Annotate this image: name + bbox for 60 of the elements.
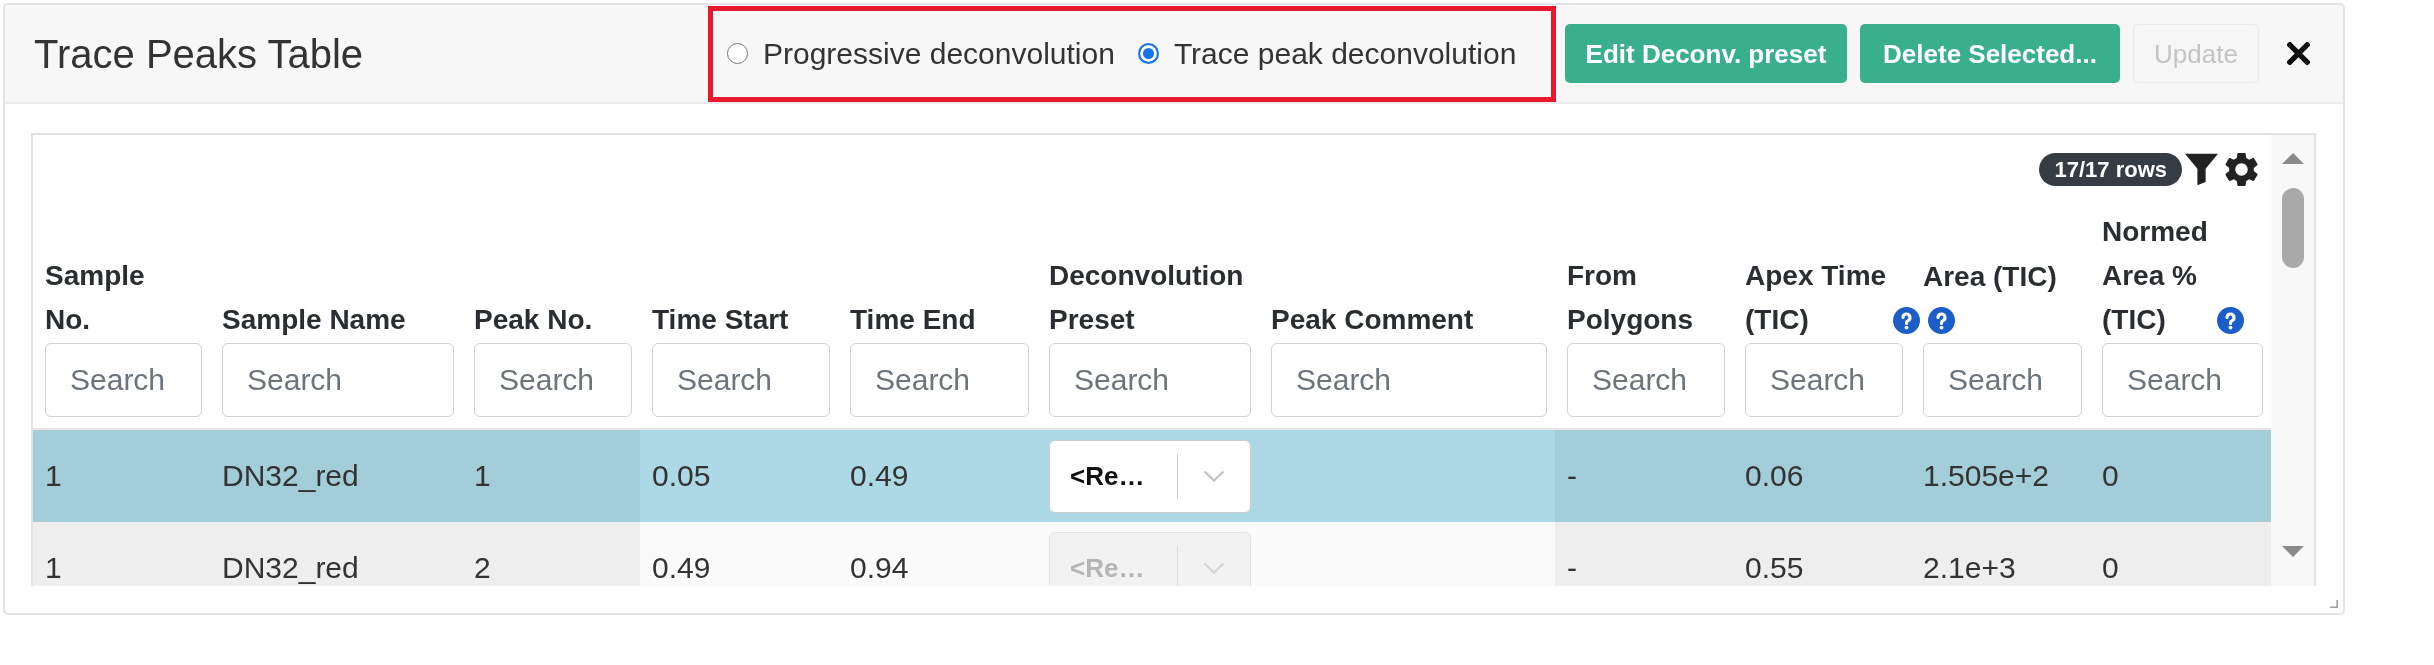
table-cell: DN32_red: [210, 430, 462, 522]
table-cell-text: 0.94: [849, 550, 910, 586]
table-cell: 0: [2090, 430, 2271, 522]
column-header: From Polygons: [1567, 260, 1693, 335]
column-header: Time End: [850, 304, 976, 335]
search-field[interactable]: Search: [1049, 343, 1251, 417]
column-header: Peak Comment: [1271, 304, 1474, 335]
scroll-down-arrow-icon[interactable]: [2281, 546, 2304, 557]
help-icon[interactable]: [2217, 307, 2244, 334]
table-row[interactable]: 1 DN32_red 1 0.05 0.49 <Re… - 0.06 1.505e+2 0: [33, 430, 2271, 522]
column-header: Apex Time (TIC): [1745, 259, 1888, 337]
help-icon[interactable]: [1928, 307, 1955, 334]
scroll-up-arrow-icon[interactable]: [2281, 153, 2304, 164]
search-field[interactable]: Search: [850, 343, 1029, 417]
scrollbar[interactable]: [2271, 135, 2314, 586]
radio-button[interactable]: [727, 43, 748, 64]
panel-title: Trace Peaks Table: [34, 33, 364, 74]
row-count-badge: 17/17 rows: [2039, 153, 2182, 186]
table-cell: 2: [462, 522, 640, 586]
radio-label[interactable]: Trace peak deconvolution: [1173, 38, 1517, 69]
radio-label[interactable]: Progressive deconvolution: [763, 38, 1115, 69]
column-header: Peak No.: [474, 304, 593, 335]
scrollbar-thumb[interactable]: [2281, 188, 2304, 268]
search-field[interactable]: Search: [1567, 343, 1725, 417]
table-cell-text: 0.49: [651, 550, 712, 586]
table-cell: 2.1e+3: [1911, 522, 2090, 586]
search-field[interactable]: Search: [1745, 343, 1903, 417]
column-header: Time Start: [652, 304, 789, 335]
table-cell: -: [1555, 522, 1733, 586]
table-cell: -: [1555, 430, 1733, 522]
table-cell: DN32_red: [210, 522, 462, 586]
table-cell: 0.55: [1733, 522, 1911, 586]
table-cell: 1: [33, 522, 210, 586]
search-field[interactable]: Search: [45, 343, 202, 417]
search-field[interactable]: Search: [474, 343, 632, 417]
table-cell: 0.06: [1733, 430, 1911, 522]
close-icon[interactable]: [2287, 42, 2310, 65]
chevron-down-icon[interactable]: [1203, 470, 1225, 482]
table-cell: 1.505e+2: [1911, 430, 2090, 522]
table-cell: 1: [462, 430, 640, 522]
radio-button[interactable]: [1137, 43, 1159, 64]
filter-icon[interactable]: [2185, 153, 2218, 186]
preset-dropdown[interactable]: <Re…: [1049, 439, 1251, 513]
search-field[interactable]: Search: [1271, 343, 1547, 417]
resize-handle-icon[interactable]: [2330, 600, 2338, 608]
column-header: Deconvolution Preset: [1049, 260, 1244, 335]
column-header: Area (TIC): [1923, 260, 2057, 294]
table-cell: 1: [33, 430, 210, 522]
table-cell-text: 0.05: [651, 458, 712, 494]
column-header: Sample No.: [45, 260, 145, 335]
search-field[interactable]: Search: [2102, 343, 2263, 417]
column-header: Normed Area % (TIC): [2102, 215, 2209, 337]
column-header: Sample Name: [222, 304, 406, 335]
search-field[interactable]: Search: [222, 343, 454, 417]
table-cell: 0: [2090, 522, 2271, 586]
help-icon[interactable]: [1893, 307, 1920, 334]
search-field[interactable]: Search: [1923, 343, 2082, 417]
search-field[interactable]: Search: [652, 343, 830, 417]
table-cell-text: 0.49: [849, 458, 910, 494]
settings-icon[interactable]: [2225, 153, 2258, 186]
